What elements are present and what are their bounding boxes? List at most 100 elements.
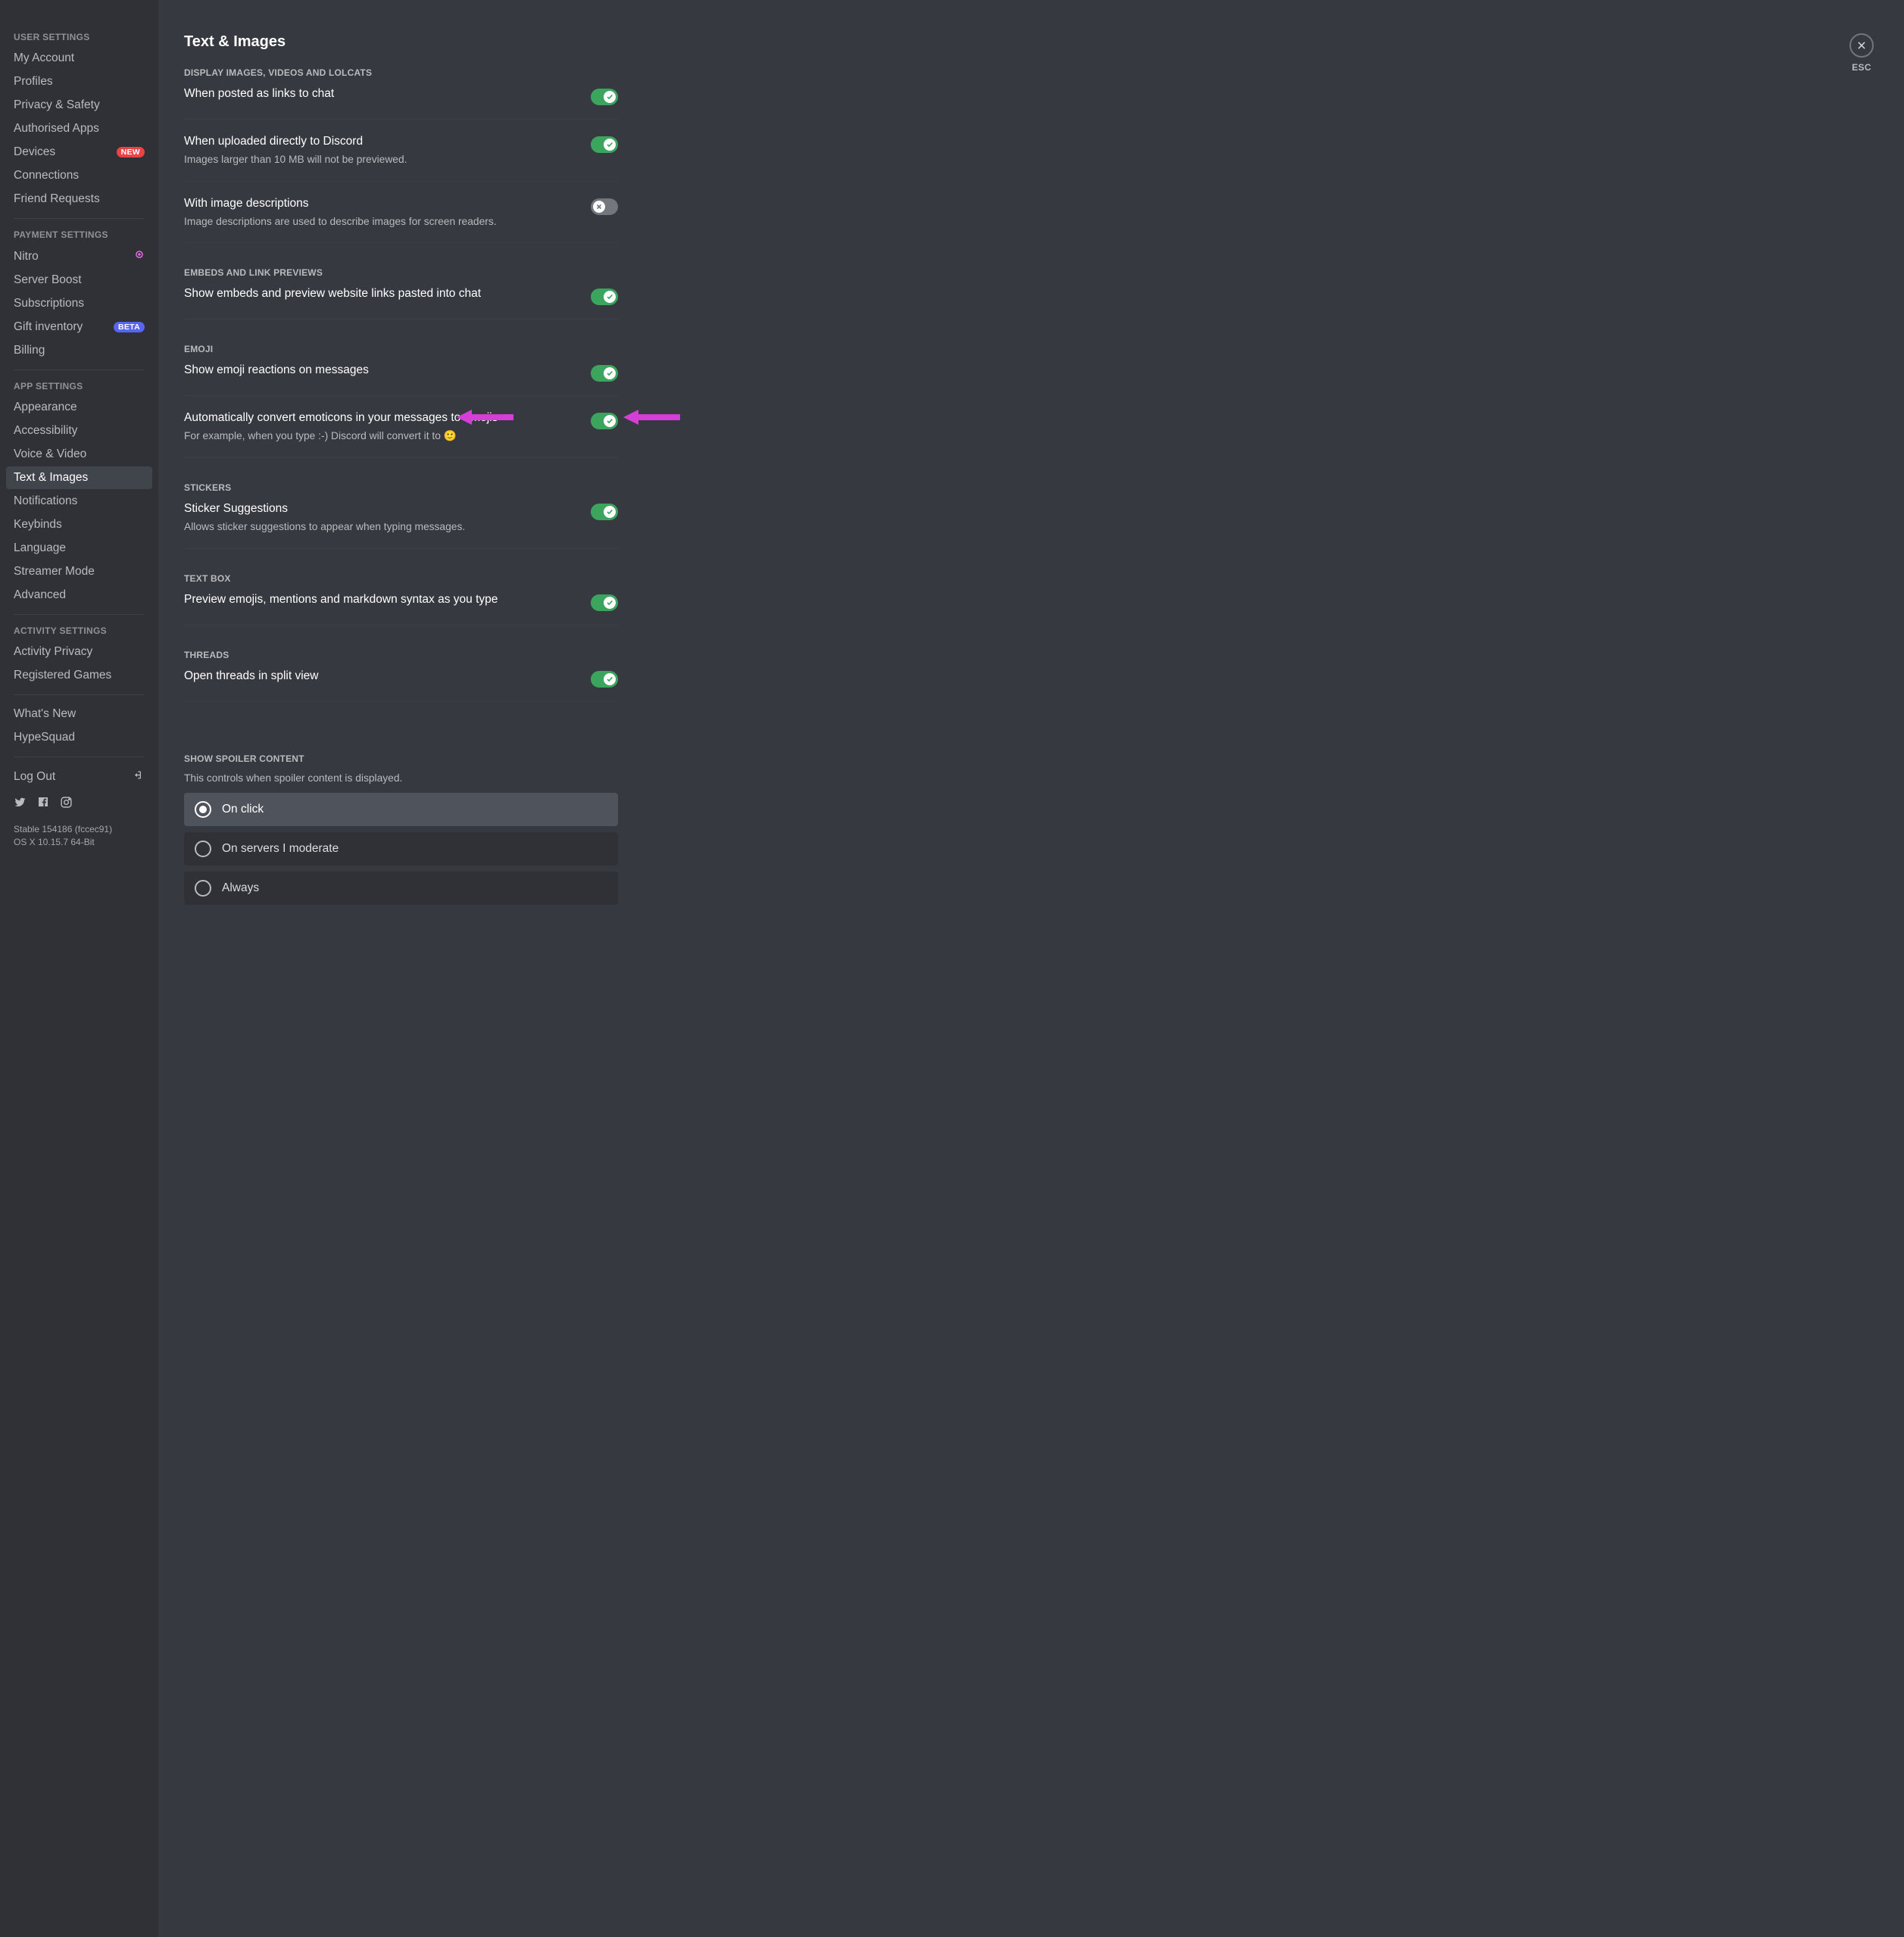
- page-title: Text & Images: [184, 33, 618, 51]
- sidebar-item-nitro[interactable]: Nitro: [6, 245, 152, 268]
- sidebar-item-server-boost[interactable]: Server Boost: [6, 269, 152, 292]
- sidebar-item-label: Streamer Mode: [14, 565, 95, 579]
- sidebar-item-authorised-apps[interactable]: Authorised Apps: [6, 117, 152, 140]
- settings-row: Open threads in split view: [184, 668, 618, 702]
- settings-row: Show embeds and preview website links pa…: [184, 285, 618, 320]
- sidebar-section-header: APP SETTINGS: [6, 378, 152, 396]
- settings-group-header: THREADS: [184, 650, 618, 660]
- sidebar-item-accessibility[interactable]: Accessibility: [6, 420, 152, 442]
- sidebar-item-text-images[interactable]: Text & Images: [6, 466, 152, 489]
- annotation-arrow: [623, 414, 680, 420]
- sidebar-badge: NEW: [117, 147, 145, 158]
- check-icon: [604, 139, 616, 151]
- spoiler-header: SHOW SPOILER CONTENT: [184, 753, 618, 764]
- settings-row-title: Show embeds and preview website links pa…: [184, 287, 577, 301]
- toggle-when-posted-as-links-to-chat[interactable]: [591, 89, 618, 105]
- toggle-with-image-descriptions[interactable]: [591, 198, 618, 215]
- sidebar-item-connections[interactable]: Connections: [6, 164, 152, 187]
- settings-group-header: DISPLAY IMAGES, VIDEOS AND LOLCATS: [184, 67, 618, 78]
- sidebar-item-privacy-safety[interactable]: Privacy & Safety: [6, 94, 152, 117]
- sidebar-item-label: Privacy & Safety: [14, 98, 100, 112]
- close-button[interactable]: ESC: [1849, 33, 1874, 73]
- sidebar-item-advanced[interactable]: Advanced: [6, 584, 152, 607]
- sidebar-divider: [14, 694, 145, 695]
- sidebar-item-label: Activity Privacy: [14, 645, 92, 659]
- sidebar-item-subscriptions[interactable]: Subscriptions: [6, 292, 152, 315]
- settings-group-header: STICKERS: [184, 482, 618, 493]
- sidebar-item-label: Subscriptions: [14, 297, 84, 310]
- close-icon: [1849, 33, 1874, 58]
- sidebar-item-keybinds[interactable]: Keybinds: [6, 513, 152, 536]
- toggle-show-emoji-reactions-on-messages[interactable]: [591, 365, 618, 382]
- social-links: [6, 790, 152, 820]
- settings-row-title: Open threads in split view: [184, 669, 577, 683]
- sidebar-item-registered-games[interactable]: Registered Games: [6, 664, 152, 687]
- radio-option-on-click[interactable]: On click: [184, 793, 618, 826]
- toggle-sticker-suggestions[interactable]: [591, 504, 618, 520]
- radio-option-always[interactable]: Always: [184, 872, 618, 905]
- settings-row-title: With image descriptions: [184, 197, 577, 211]
- sidebar-item-friend-requests[interactable]: Friend Requests: [6, 188, 152, 211]
- sidebar-item-language[interactable]: Language: [6, 537, 152, 560]
- toggle-preview-emojis-mentions-and-markdown-syn[interactable]: [591, 594, 618, 611]
- facebook-icon[interactable]: [37, 796, 49, 813]
- sidebar-item-appearance[interactable]: Appearance: [6, 396, 152, 419]
- sidebar-item-my-account[interactable]: My Account: [6, 47, 152, 70]
- settings-row-desc: Images larger than 10 MB will not be pre…: [184, 153, 577, 167]
- settings-row-title: Preview emojis, mentions and markdown sy…: [184, 593, 577, 607]
- toggle-open-threads-in-split-view[interactable]: [591, 671, 618, 688]
- sidebar-item-profiles[interactable]: Profiles: [6, 70, 152, 93]
- instagram-icon[interactable]: [60, 796, 73, 813]
- sidebar-item-label: Registered Games: [14, 669, 111, 682]
- sidebar-item-voice-video[interactable]: Voice & Video: [6, 443, 152, 466]
- check-icon: [604, 367, 616, 379]
- sidebar-item-what-s-new[interactable]: What's New: [6, 703, 152, 725]
- sidebar-item-label: Appearance: [14, 401, 77, 414]
- sidebar-item-label: Keybinds: [14, 518, 62, 532]
- close-kb-hint: ESC: [1849, 62, 1874, 73]
- sidebar-item-label: Voice & Video: [14, 448, 86, 461]
- settings-row-title: When uploaded directly to Discord: [184, 135, 577, 148]
- sidebar-badge: BETA: [114, 322, 145, 332]
- sidebar-section-header: ACTIVITY SETTINGS: [6, 622, 152, 641]
- settings-row: Show emoji reactions on messages: [184, 362, 618, 396]
- toggle-show-embeds-and-preview-website-links-pa[interactable]: [591, 289, 618, 305]
- sidebar-item-log-out[interactable]: Log Out: [6, 765, 152, 789]
- settings-row-title: Automatically convert emoticons in your …: [184, 411, 577, 425]
- sidebar-item-label: Log Out: [14, 770, 55, 784]
- radio-label: On click: [222, 803, 264, 816]
- sidebar-item-label: Gift inventory: [14, 320, 83, 334]
- twitter-icon[interactable]: [14, 796, 27, 813]
- check-icon: [604, 597, 616, 609]
- sidebar-item-notifications[interactable]: Notifications: [6, 490, 152, 513]
- sidebar-item-hypesquad[interactable]: HypeSquad: [6, 726, 152, 749]
- sidebar-item-label: Profiles: [14, 75, 53, 89]
- radio-icon: [195, 801, 211, 818]
- settings-group-header: TEXT BOX: [184, 573, 618, 584]
- sidebar-item-billing[interactable]: Billing: [6, 339, 152, 362]
- logout-icon: [133, 769, 145, 784]
- sidebar-section-header: USER SETTINGS: [6, 29, 152, 47]
- settings-group-header: EMBEDS AND LINK PREVIEWS: [184, 267, 618, 278]
- settings-group-header: EMOJI: [184, 344, 618, 354]
- sidebar-section-header: PAYMENT SETTINGS: [6, 226, 152, 245]
- settings-row-title: Show emoji reactions on messages: [184, 363, 577, 377]
- sidebar-item-activity-privacy[interactable]: Activity Privacy: [6, 641, 152, 663]
- radio-label: Always: [222, 881, 259, 895]
- sidebar-item-label: Nitro: [14, 250, 39, 264]
- sidebar-item-devices[interactable]: DevicesNEW: [6, 141, 152, 164]
- settings-row-title: When posted as links to chat: [184, 87, 577, 101]
- sidebar-item-label: My Account: [14, 51, 74, 65]
- version-line: OS X 10.15.7 64-Bit: [14, 836, 145, 849]
- toggle-automatically-convert-emoticons-in-your-[interactable]: [591, 413, 618, 429]
- toggle-when-uploaded-directly-to-discord[interactable]: [591, 136, 618, 153]
- spoiler-desc: This controls when spoiler content is di…: [184, 772, 618, 786]
- settings-row-desc: For example, when you type :-) Discord w…: [184, 429, 577, 444]
- settings-row: When uploaded directly to Discord Images …: [184, 133, 618, 182]
- sidebar-divider: [14, 614, 145, 615]
- sidebar-item-label: Accessibility: [14, 424, 77, 438]
- radio-option-on-servers-i-moderate[interactable]: On servers I moderate: [184, 832, 618, 866]
- sidebar-item-streamer-mode[interactable]: Streamer Mode: [6, 560, 152, 583]
- sidebar-item-gift-inventory[interactable]: Gift inventory BETA: [6, 316, 152, 338]
- version-line: Stable 154186 (fccec91): [14, 823, 145, 836]
